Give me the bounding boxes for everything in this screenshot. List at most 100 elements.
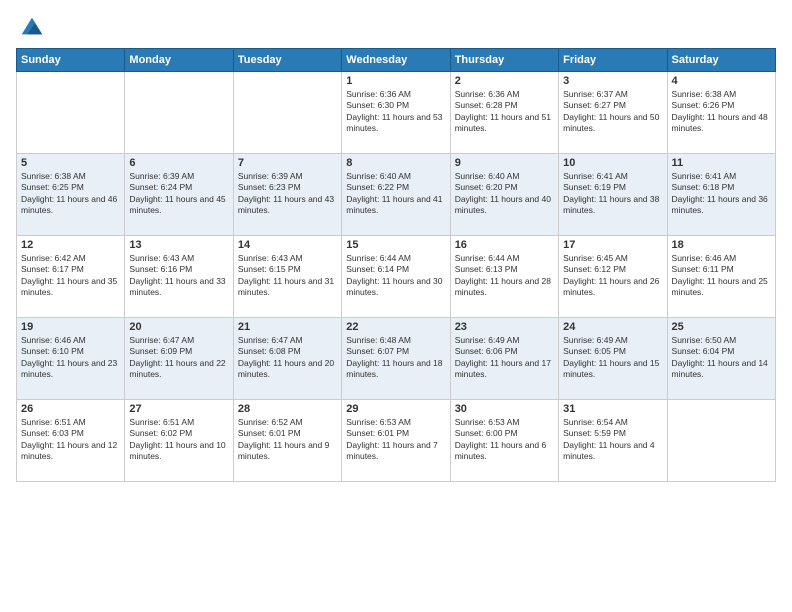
day-number: 19 — [21, 321, 120, 333]
day-info: Sunrise: 6:51 AM Sunset: 6:03 PM Dayligh… — [21, 417, 120, 463]
calendar-cell: 20Sunrise: 6:47 AM Sunset: 6:09 PM Dayli… — [125, 318, 233, 400]
day-info: Sunrise: 6:41 AM Sunset: 6:18 PM Dayligh… — [672, 171, 771, 217]
day-number: 4 — [672, 75, 771, 87]
calendar: SundayMondayTuesdayWednesdayThursdayFrid… — [16, 48, 776, 482]
day-number: 29 — [346, 403, 445, 415]
calendar-cell: 27 Sunrise: 6:51 AM Sunset: 6:02 PM Dayli… — [125, 400, 233, 482]
calendar-cell: 3 Sunrise: 6:37 AM Sunset: 6:27 PM Daylig… — [559, 72, 667, 154]
day-info: Sunrise: 6:53 AM Sunset: 6:00 PM Dayligh… — [455, 417, 554, 463]
day-number: 24 — [563, 321, 662, 333]
day-number: 31 — [563, 403, 662, 415]
day-number: 7 — [238, 157, 337, 169]
calendar-cell: 24 Sunrise: 6:49 AM Sunset: 6:05 PM Dayli… — [559, 318, 667, 400]
day-info: Sunrise: 6:54 AM Sunset: 5:59 PM Dayligh… — [563, 417, 662, 463]
day-number: 12 — [21, 239, 120, 251]
day-info: Sunrise: 6:48 AM Sunset: 6:07 PM Dayligh… — [346, 335, 445, 381]
calendar-cell: 16 Sunrise: 6:44 AM Sunset: 6:13 PM Dayli… — [450, 236, 558, 318]
day-info: Sunrise: 6:36 AM Sunset: 6:28 PM Dayligh… — [455, 89, 554, 135]
day-info: Sunrise: 6:41 AM Sunset: 6:19 PM Dayligh… — [563, 171, 662, 217]
weekday-monday: Monday — [125, 49, 233, 72]
calendar-cell: 12 Sunrise: 6:42 AM Sunset: 6:17 PM Dayli… — [17, 236, 125, 318]
day-number: 1 — [346, 75, 445, 87]
day-info: Sunrise: 6:40 AM Sunset: 6:20 PM Dayligh… — [455, 171, 554, 217]
day-number: 3 — [563, 75, 662, 87]
calendar-cell: 7 Sunrise: 6:39 AM Sunset: 6:23 PM Daylig… — [233, 154, 341, 236]
day-number: 15 — [346, 239, 445, 251]
calendar-cell — [233, 72, 341, 154]
calendar-cell: 1 Sunrise: 6:36 AM Sunset: 6:30 PM Daylig… — [342, 72, 450, 154]
day-info: Sunrise: 6:52 AM Sunset: 6:01 PM Dayligh… — [238, 417, 337, 463]
day-number: 2 — [455, 75, 554, 87]
day-number: 28 — [238, 403, 337, 415]
week-row-5: 26 Sunrise: 6:51 AM Sunset: 6:03 PM Dayli… — [17, 400, 776, 482]
logo-icon — [18, 12, 46, 40]
day-info: Sunrise: 6:50 AM Sunset: 6:04 PM Dayligh… — [672, 335, 771, 381]
weekday-header-row: SundayMondayTuesdayWednesdayThursdayFrid… — [17, 49, 776, 72]
week-row-4: 19 Sunrise: 6:46 AM Sunset: 6:10 PM Dayli… — [17, 318, 776, 400]
day-number: 27 — [129, 403, 228, 415]
calendar-cell: 2 Sunrise: 6:36 AM Sunset: 6:28 PM Daylig… — [450, 72, 558, 154]
day-info: Sunrise: 6:51 AM Sunset: 6:02 PM Dayligh… — [129, 417, 228, 463]
calendar-cell: 4 Sunrise: 6:38 AM Sunset: 6:26 PM Daylig… — [667, 72, 775, 154]
calendar-cell: 5Sunrise: 6:38 AM Sunset: 6:25 PM Daylig… — [17, 154, 125, 236]
week-row-2: 5Sunrise: 6:38 AM Sunset: 6:25 PM Daylig… — [17, 154, 776, 236]
calendar-cell: 30Sunrise: 6:53 AM Sunset: 6:00 PM Dayli… — [450, 400, 558, 482]
day-number: 18 — [672, 239, 771, 251]
day-info: Sunrise: 6:38 AM Sunset: 6:26 PM Dayligh… — [672, 89, 771, 135]
day-info: Sunrise: 6:39 AM Sunset: 6:23 PM Dayligh… — [238, 171, 337, 217]
day-number: 8 — [346, 157, 445, 169]
calendar-cell: 18 Sunrise: 6:46 AM Sunset: 6:11 PM Dayli… — [667, 236, 775, 318]
day-info: Sunrise: 6:38 AM Sunset: 6:25 PM Dayligh… — [21, 171, 120, 217]
calendar-cell: 17Sunrise: 6:45 AM Sunset: 6:12 PM Dayli… — [559, 236, 667, 318]
day-number: 16 — [455, 239, 554, 251]
weekday-thursday: Thursday — [450, 49, 558, 72]
weekday-sunday: Sunday — [17, 49, 125, 72]
weekday-saturday: Saturday — [667, 49, 775, 72]
day-info: Sunrise: 6:40 AM Sunset: 6:22 PM Dayligh… — [346, 171, 445, 217]
calendar-cell: 29 Sunrise: 6:53 AM Sunset: 6:01 PM Dayli… — [342, 400, 450, 482]
day-number: 10 — [563, 157, 662, 169]
day-info: Sunrise: 6:39 AM Sunset: 6:24 PM Dayligh… — [129, 171, 228, 217]
calendar-cell — [17, 72, 125, 154]
day-info: Sunrise: 6:44 AM Sunset: 6:13 PM Dayligh… — [455, 253, 554, 299]
calendar-cell: 28 Sunrise: 6:52 AM Sunset: 6:01 PM Dayli… — [233, 400, 341, 482]
calendar-cell: 23Sunrise: 6:49 AM Sunset: 6:06 PM Dayli… — [450, 318, 558, 400]
weekday-wednesday: Wednesday — [342, 49, 450, 72]
day-info: Sunrise: 6:49 AM Sunset: 6:05 PM Dayligh… — [563, 335, 662, 381]
calendar-cell: 8 Sunrise: 6:40 AM Sunset: 6:22 PM Daylig… — [342, 154, 450, 236]
day-info: Sunrise: 6:37 AM Sunset: 6:27 PM Dayligh… — [563, 89, 662, 135]
calendar-cell: 21Sunrise: 6:47 AM Sunset: 6:08 PM Dayli… — [233, 318, 341, 400]
calendar-cell: 25 Sunrise: 6:50 AM Sunset: 6:04 PM Dayli… — [667, 318, 775, 400]
day-number: 20 — [129, 321, 228, 333]
day-number: 9 — [455, 157, 554, 169]
day-info: Sunrise: 6:45 AM Sunset: 6:12 PM Dayligh… — [563, 253, 662, 299]
day-number: 13 — [129, 239, 228, 251]
day-number: 25 — [672, 321, 771, 333]
day-number: 22 — [346, 321, 445, 333]
day-info: Sunrise: 6:46 AM Sunset: 6:10 PM Dayligh… — [21, 335, 120, 381]
day-number: 6 — [129, 157, 228, 169]
day-info: Sunrise: 6:36 AM Sunset: 6:30 PM Dayligh… — [346, 89, 445, 135]
week-row-3: 12 Sunrise: 6:42 AM Sunset: 6:17 PM Dayli… — [17, 236, 776, 318]
calendar-cell — [667, 400, 775, 482]
calendar-cell: 10 Sunrise: 6:41 AM Sunset: 6:19 PM Dayli… — [559, 154, 667, 236]
calendar-cell: 13Sunrise: 6:43 AM Sunset: 6:16 PM Dayli… — [125, 236, 233, 318]
calendar-cell: 11Sunrise: 6:41 AM Sunset: 6:18 PM Dayli… — [667, 154, 775, 236]
header — [16, 12, 776, 40]
calendar-cell: 31 Sunrise: 6:54 AM Sunset: 5:59 PM Dayli… — [559, 400, 667, 482]
day-info: Sunrise: 6:44 AM Sunset: 6:14 PM Dayligh… — [346, 253, 445, 299]
day-number: 21 — [238, 321, 337, 333]
week-row-1: 1 Sunrise: 6:36 AM Sunset: 6:30 PM Daylig… — [17, 72, 776, 154]
calendar-cell: 22 Sunrise: 6:48 AM Sunset: 6:07 PM Dayli… — [342, 318, 450, 400]
day-number: 26 — [21, 403, 120, 415]
day-info: Sunrise: 6:49 AM Sunset: 6:06 PM Dayligh… — [455, 335, 554, 381]
calendar-cell: 26 Sunrise: 6:51 AM Sunset: 6:03 PM Dayli… — [17, 400, 125, 482]
logo — [16, 12, 46, 40]
day-info: Sunrise: 6:42 AM Sunset: 6:17 PM Dayligh… — [21, 253, 120, 299]
calendar-cell — [125, 72, 233, 154]
calendar-cell: 6 Sunrise: 6:39 AM Sunset: 6:24 PM Daylig… — [125, 154, 233, 236]
weekday-friday: Friday — [559, 49, 667, 72]
day-info: Sunrise: 6:46 AM Sunset: 6:11 PM Dayligh… — [672, 253, 771, 299]
day-info: Sunrise: 6:53 AM Sunset: 6:01 PM Dayligh… — [346, 417, 445, 463]
weekday-tuesday: Tuesday — [233, 49, 341, 72]
